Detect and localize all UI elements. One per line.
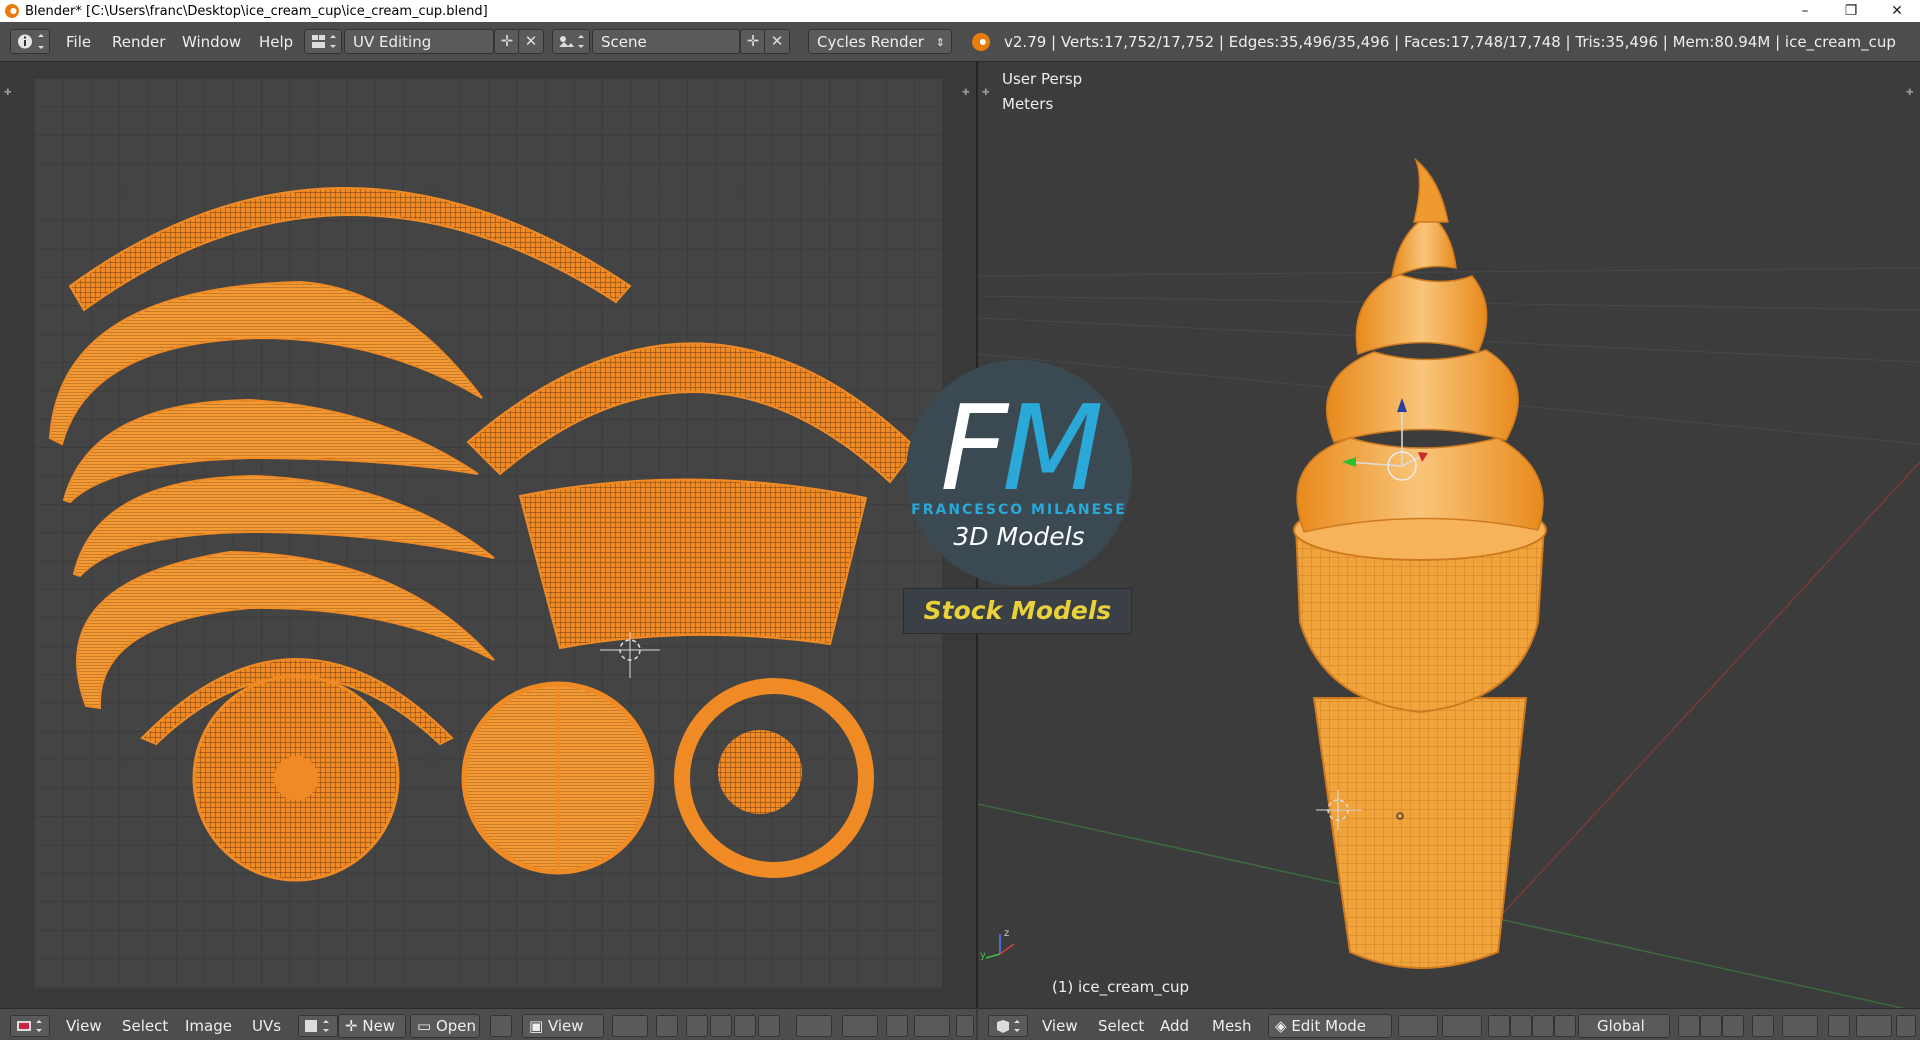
scale-icon[interactable] <box>1554 1015 1576 1037</box>
screen-layout-icon[interactable] <box>304 29 342 54</box>
transform-orientation-select[interactable]: Global <box>1578 1014 1670 1038</box>
vp-menu-add[interactable]: Add <box>1160 1015 1189 1037</box>
island-select-icon[interactable] <box>758 1015 780 1037</box>
snap-element-icon[interactable] <box>1856 1015 1892 1037</box>
proportional-edit-icon[interactable] <box>1782 1015 1818 1037</box>
vp-menu-mesh[interactable]: Mesh <box>1212 1015 1252 1037</box>
edge-select-mode-icon[interactable] <box>1700 1015 1722 1037</box>
stock-models-banner: Stock Models <box>903 588 1132 634</box>
logo-f: F <box>940 379 1008 517</box>
uv-snap-icon[interactable] <box>796 1015 832 1037</box>
new-image-button[interactable]: ✛ New <box>338 1014 406 1038</box>
minimize-button[interactable]: – <box>1782 0 1828 22</box>
vp-menu-view[interactable]: View <box>1042 1015 1078 1037</box>
menu-file[interactable]: File <box>66 30 91 54</box>
menu-help[interactable]: Help <box>259 30 293 54</box>
close-button[interactable]: ✕ <box>1874 0 1920 22</box>
image-view-icon: ▣ <box>529 1017 548 1035</box>
delete-scene-button[interactable]: ✕ <box>764 29 790 54</box>
logo-name: FRANCESCO MILANESE <box>911 502 1127 518</box>
translate-icon[interactable] <box>1510 1015 1532 1037</box>
vertex-select-mode-icon[interactable] <box>1678 1015 1700 1037</box>
pin-icon[interactable] <box>490 1015 512 1037</box>
scene-icon[interactable] <box>552 29 590 54</box>
delete-screen-button[interactable]: ✕ <box>518 29 544 54</box>
blender-version-icon <box>972 33 990 51</box>
opengl-render-icon[interactable] <box>1896 1015 1916 1037</box>
blender-logo-icon <box>5 4 19 18</box>
logo-subtitle: 3D Models <box>953 522 1085 551</box>
menu-render[interactable]: Render <box>112 30 165 54</box>
add-screen-button[interactable]: ✛ <box>494 29 520 54</box>
uv-island <box>466 342 918 484</box>
uv-editor-footer: View Select Image UVs ✛ New ▭ Open ▣ Vie… <box>0 1008 976 1040</box>
screen-layout-field[interactable]: UV Editing <box>344 29 494 54</box>
uv-island-center <box>274 756 318 800</box>
pivot-point-icon[interactable] <box>1442 1015 1482 1037</box>
uv-menu-image[interactable]: Image <box>185 1015 232 1037</box>
uv-image-editor[interactable]: ✚ ✚ <box>0 62 976 1008</box>
snap-element-icon[interactable] <box>914 1015 950 1037</box>
pivot-icon[interactable] <box>612 1015 648 1037</box>
manipulator-icon[interactable] <box>1488 1015 1510 1037</box>
vertex-select-icon[interactable] <box>686 1015 708 1037</box>
viewport-footer: View Select Add Mesh ◈ Edit Mode Global <box>978 1008 1920 1040</box>
uv-islands[interactable] <box>0 62 976 1008</box>
uv-menu-view[interactable]: View <box>66 1015 102 1037</box>
svg-text:z: z <box>1004 928 1009 939</box>
mode-select[interactable]: ◈ Edit Mode <box>1268 1014 1392 1038</box>
render-preview-icon[interactable] <box>956 1015 974 1037</box>
face-select-mode-icon[interactable] <box>1722 1015 1744 1037</box>
face-select-icon[interactable] <box>734 1015 756 1037</box>
browse-image-icon[interactable] <box>298 1015 338 1037</box>
scene-field[interactable]: Scene <box>592 29 740 54</box>
rotate-icon[interactable] <box>1532 1015 1554 1037</box>
render-engine-select[interactable]: Cycles Render ⇕ <box>808 29 952 54</box>
svg-text:y: y <box>980 950 986 961</box>
edge-select-icon[interactable] <box>710 1015 732 1037</box>
window-title: Blender* [C:\Users\franc\Desktop\ice_cre… <box>25 3 488 19</box>
view-axis-widget: z y <box>980 928 1015 961</box>
window-controls: – ❐ ✕ <box>1782 0 1920 22</box>
limit-selection-icon[interactable] <box>1752 1015 1774 1037</box>
watermark-logo: FM FRANCESCO MILANESE 3D Models <box>906 360 1132 586</box>
proportional-edit-icon[interactable] <box>842 1015 878 1037</box>
open-image-button[interactable]: ▭ Open <box>410 1014 480 1038</box>
folder-icon: ▭ <box>417 1017 436 1035</box>
viewport-shading-icon[interactable] <box>1398 1015 1438 1037</box>
info-header: File Render Window Help UV Editing ✛ ✕ S… <box>0 22 1920 62</box>
plus-icon: ✛ <box>345 1017 363 1035</box>
uv-island <box>718 730 802 814</box>
uv-menu-uvs[interactable]: UVs <box>252 1015 281 1037</box>
vp-menu-select[interactable]: Select <box>1098 1015 1144 1037</box>
logo-m: M <box>1002 379 1104 517</box>
sticky-select-icon[interactable] <box>656 1015 678 1037</box>
render-engine-value: Cycles Render <box>817 33 924 51</box>
uv-island <box>518 478 868 650</box>
restore-button[interactable]: ❐ <box>1828 0 1874 22</box>
dropdown-arrow-icon: ⇕ <box>935 36 945 49</box>
snap-toggle-icon[interactable] <box>1828 1015 1850 1037</box>
add-scene-button[interactable]: ✛ <box>740 29 766 54</box>
snap-target-icon[interactable] <box>886 1015 908 1037</box>
editor-type-image-icon[interactable] <box>10 1015 50 1037</box>
window-titlebar: Blender* [C:\Users\franc\Desktop\ice_cre… <box>0 0 1920 22</box>
editor-type-3d-icon[interactable] <box>988 1015 1028 1037</box>
scene-statistics: v2.79 | Verts:17,752/17,752 | Edges:35,4… <box>1004 33 1896 51</box>
editor-type-info-icon[interactable] <box>10 29 50 54</box>
uv-menu-select[interactable]: Select <box>122 1015 168 1037</box>
edit-mode-icon: ◈ <box>1275 1017 1292 1035</box>
uv-view-mode-select[interactable]: ▣ View <box>522 1014 604 1038</box>
menu-window[interactable]: Window <box>182 30 241 54</box>
